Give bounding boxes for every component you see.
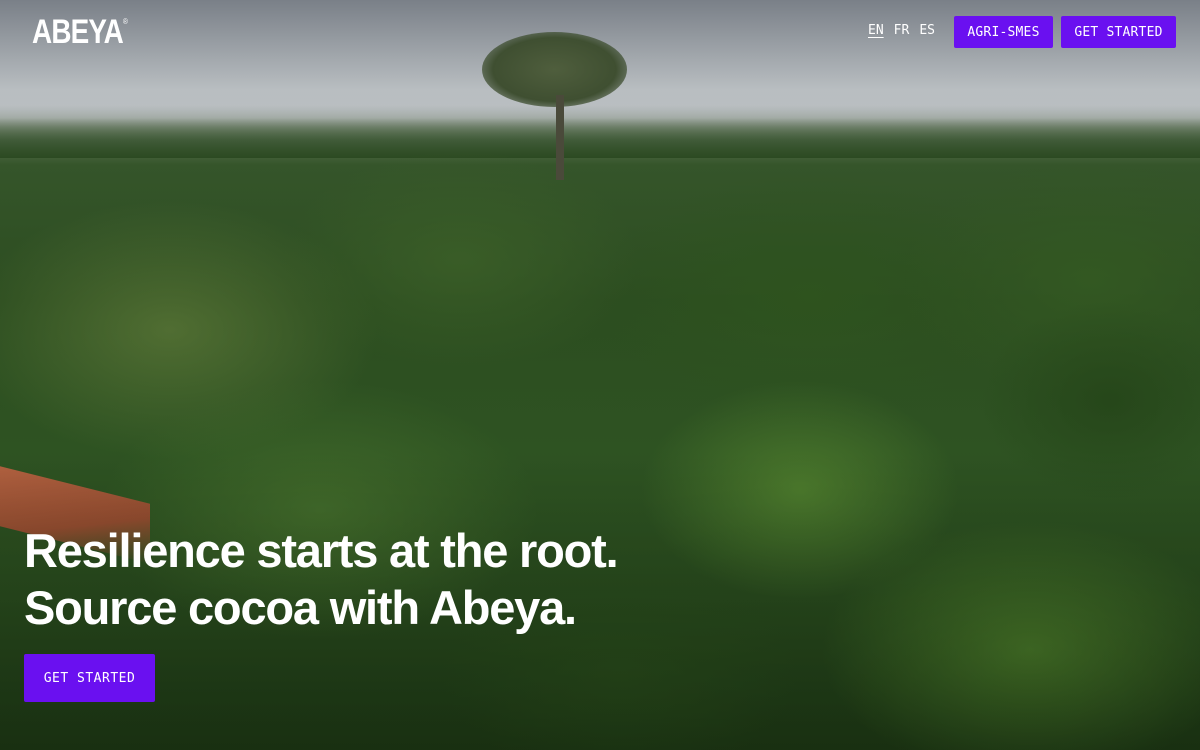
horizon-treeline <box>0 118 1200 158</box>
hero-section: ABEYA® EN FR ES AGRI-SMES GET STARTED Re… <box>0 0 1200 750</box>
nav-get-started-button[interactable]: GET STARTED <box>1061 16 1176 48</box>
language-en[interactable]: EN <box>868 23 884 38</box>
abeya-logo[interactable]: ABEYA® <box>32 13 128 52</box>
registered-mark: ® <box>122 17 128 26</box>
headline-line-2: Source cocoa with Abeya. <box>24 581 577 634</box>
emergent-tree-trunk <box>556 95 564 180</box>
language-fr[interactable]: FR <box>894 23 910 38</box>
language-es[interactable]: ES <box>919 23 935 38</box>
agri-smes-button[interactable]: AGRI-SMES <box>954 16 1053 48</box>
hero-headline: Resilience starts at the root. Source co… <box>24 522 824 636</box>
language-switcher: EN FR ES <box>868 23 935 38</box>
hero-get-started-button[interactable]: GET STARTED <box>24 654 155 702</box>
logo-text: ABEYA <box>32 13 124 51</box>
headline-line-1: Resilience starts at the root. <box>24 524 619 577</box>
top-navigation: ABEYA® EN FR ES AGRI-SMES GET STARTED <box>0 0 1200 70</box>
